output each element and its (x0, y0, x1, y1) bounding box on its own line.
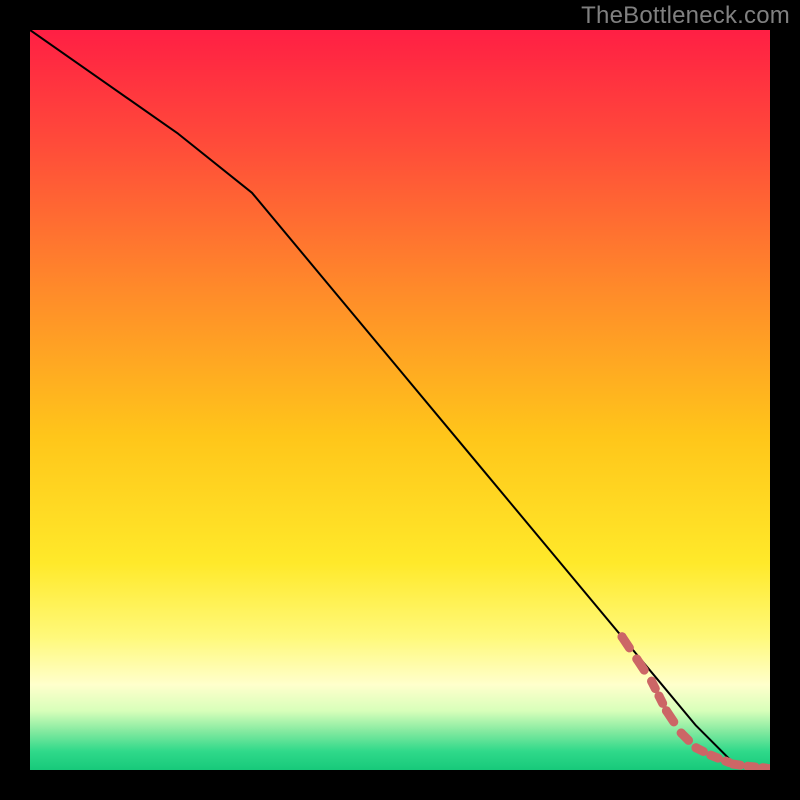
bottleneck-markers (618, 632, 771, 770)
chart-stage: TheBottleneck.com (0, 0, 800, 800)
plot-area (30, 30, 770, 770)
watermark-text: TheBottleneck.com (581, 2, 790, 30)
main-curve (30, 30, 770, 770)
data-overlay (30, 30, 770, 770)
